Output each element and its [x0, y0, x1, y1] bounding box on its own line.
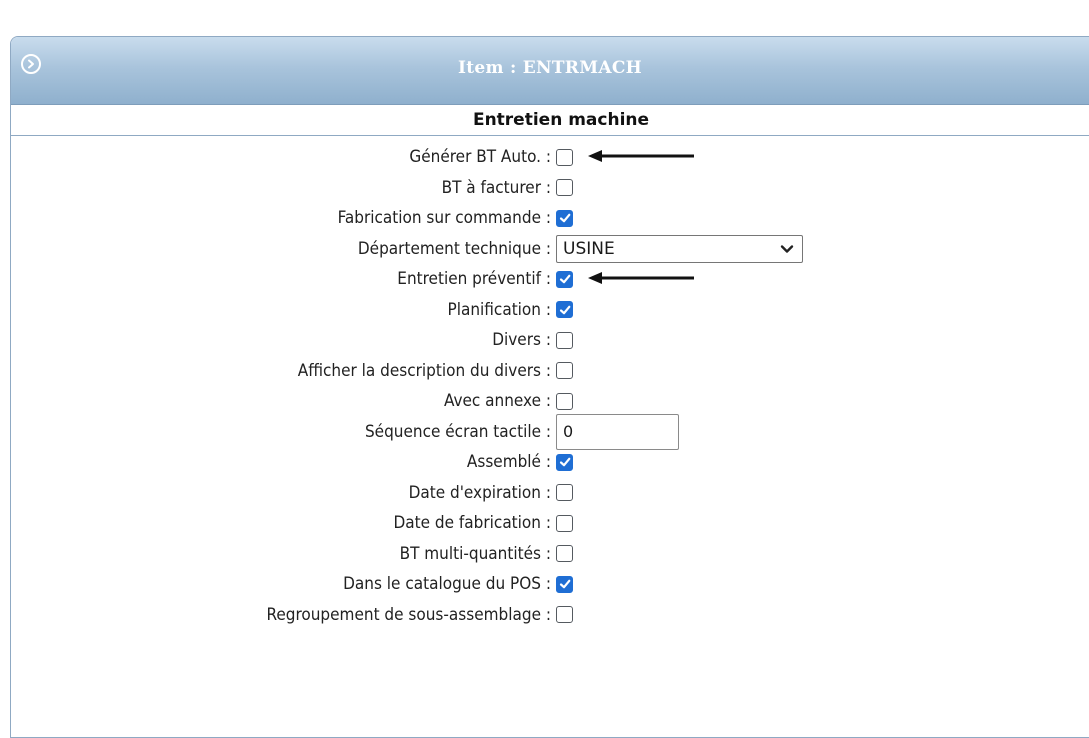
bt-multi-quantites-checkbox[interactable] [556, 545, 573, 563]
field-label: Planification : [447, 299, 551, 320]
field-label: Séquence écran tactile : [364, 421, 551, 442]
panel-title: Item : ENTRMACH [457, 58, 643, 78]
section-title: Entretien machine [11, 105, 1089, 136]
form-row-departement-technique: Département technique : USINE [11, 234, 1089, 265]
arrow-left-icon [586, 148, 698, 168]
arrow-left-icon [586, 270, 698, 290]
divers-checkbox[interactable] [556, 331, 573, 349]
form-row-divers: Divers : [11, 325, 1089, 356]
form-rows: Générer BT Auto. : BT à facturer : Fabrica… [11, 136, 1089, 630]
checkmark-icon [559, 579, 570, 589]
field-label: Entretien préventif : [397, 269, 551, 290]
form-row-entretien-preventif: Entretien préventif : [11, 264, 1089, 295]
panel-header: Item : ENTRMACH [11, 37, 1089, 105]
bt-a-facturer-checkbox[interactable] [556, 179, 573, 197]
field-label: Regroupement de sous-assemblage : [266, 604, 551, 625]
date-d-expiration-checkbox[interactable] [556, 484, 573, 502]
sequence-ecran-tactile-input[interactable]: 0 [556, 413, 679, 450]
form-row-planification: Planification : [11, 295, 1089, 326]
form-row-sequence-ecran-tactile: Séquence écran tactile : 0 [11, 413, 1089, 450]
checkmark-icon [559, 213, 570, 223]
form-row-avec-annexe: Avec annexe : [11, 386, 1089, 417]
field-label: Avec annexe : [443, 391, 551, 412]
form-row-afficher-la-description-du-divers: Afficher la description du divers : [11, 356, 1089, 387]
field-label: BT multi-quantités : [399, 543, 551, 564]
avec-annexe-checkbox[interactable] [556, 392, 573, 410]
field-label: Fabrication sur commande : [337, 208, 551, 229]
item-panel: Item : ENTRMACH Entretien machine Génére… [10, 36, 1089, 738]
select-value: USINE [563, 238, 615, 259]
planification-checkbox[interactable] [556, 301, 573, 319]
date-de-fabrication-checkbox[interactable] [556, 514, 573, 532]
form-row-generer-bt-auto: Générer BT Auto. : [11, 142, 1089, 173]
field-label: Afficher la description du divers : [297, 360, 551, 381]
field-label: Générer BT Auto. : [409, 147, 551, 168]
form-row-dans-le-catalogue-du-pos: Dans le catalogue du POS : [11, 569, 1089, 600]
fabrication-sur-commande-checkbox[interactable] [556, 209, 573, 227]
form-row-date-d-expiration: Date d'expiration : [11, 478, 1089, 509]
checkmark-icon [559, 457, 570, 467]
form-row-assemble: Assemblé : [11, 447, 1089, 478]
departement-technique-select[interactable]: USINE [556, 234, 803, 263]
generer-bt-auto-checkbox[interactable] [556, 148, 573, 166]
form-row-date-de-fabrication: Date de fabrication : [11, 508, 1089, 539]
afficher-la-description-du-divers-checkbox[interactable] [556, 362, 573, 380]
field-label: Dans le catalogue du POS : [343, 574, 551, 595]
field-label: Assemblé : [466, 452, 551, 473]
assemble-checkbox[interactable] [556, 453, 573, 471]
field-label: BT à facturer : [441, 177, 551, 198]
form-row-bt-multi-quantites: BT multi-quantités : [11, 539, 1089, 570]
checkmark-icon [559, 274, 570, 284]
chevron-down-icon [780, 239, 794, 259]
form-row-bt-a-facturer: BT à facturer : [11, 173, 1089, 204]
field-label: Date de fabrication : [393, 513, 551, 534]
input-value: 0 [563, 422, 574, 442]
entretien-preventif-checkbox[interactable] [556, 270, 573, 288]
checkmark-icon [559, 305, 570, 315]
field-label: Département technique : [357, 238, 551, 259]
field-label: Date d'expiration : [408, 482, 551, 503]
form-row-regroupement-de-sous-assemblage: Regroupement de sous-assemblage : [11, 600, 1089, 631]
regroupement-de-sous-assemblage-checkbox[interactable] [556, 606, 573, 624]
form-row-fabrication-sur-commande: Fabrication sur commande : [11, 203, 1089, 234]
dans-le-catalogue-du-pos-checkbox[interactable] [556, 575, 573, 593]
field-label: Divers : [492, 330, 551, 351]
